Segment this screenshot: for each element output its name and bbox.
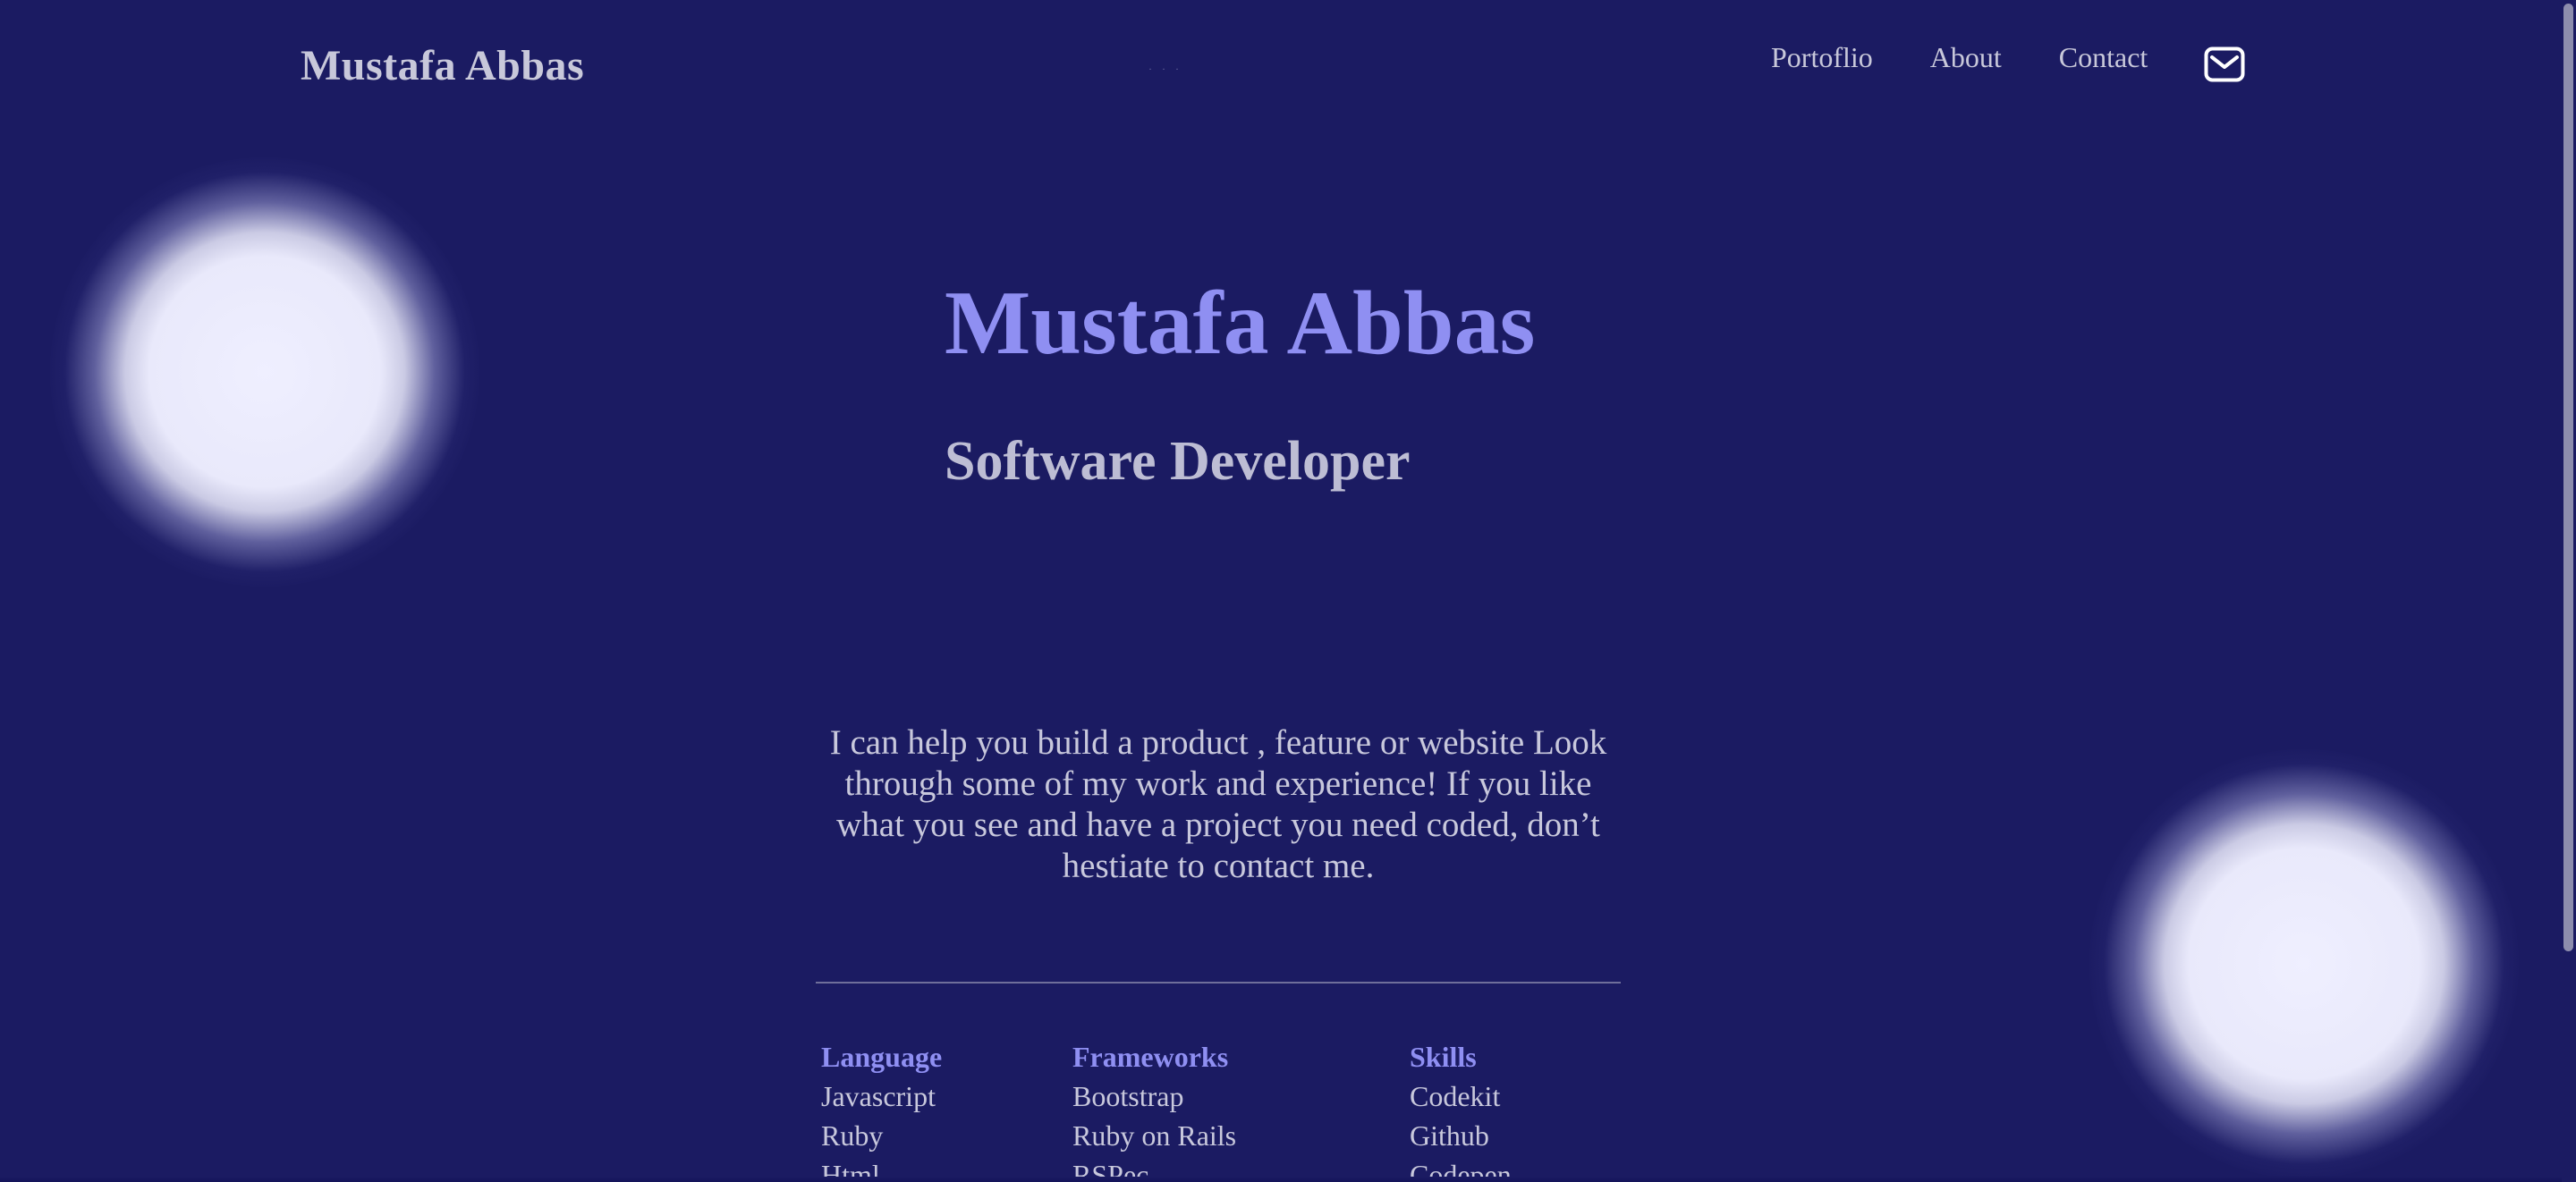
main-nav: Portoflio About Contact	[1771, 41, 2205, 74]
vertical-scrollbar[interactable]	[2562, 0, 2576, 1182]
hero-name: Mustafa Abbas	[945, 273, 1536, 374]
glow-orb-right	[2089, 749, 2519, 1178]
header-dots: · · ·	[1148, 63, 1182, 75]
intro-text: I can help you build a product , feature…	[829, 723, 1607, 885]
skills-column-frameworks: Frameworks Bootstrap Ruby on Rails RSPec	[1072, 1037, 1236, 1182]
hero-role: Software Developer	[945, 431, 1411, 492]
section-divider	[816, 982, 1621, 984]
list-item: Javascript	[821, 1080, 936, 1112]
skills-column-language: Language Javascript Ruby Html	[821, 1037, 942, 1182]
nav-link-contact[interactable]: Contact	[2059, 41, 2148, 74]
list-item: Ruby on Rails	[1072, 1119, 1237, 1152]
list-item: Codekit	[1410, 1080, 1501, 1112]
skills-column-skills: Skills Codekit Github Codepen	[1410, 1037, 1512, 1182]
column-heading: Frameworks	[1072, 1041, 1229, 1073]
glow-orb-left	[50, 157, 479, 587]
list-item: Github	[1410, 1119, 1489, 1152]
nav-link-portfolio[interactable]: Portoflio	[1771, 41, 1873, 74]
nav-link-about[interactable]: About	[1930, 41, 2002, 74]
column-heading: Language	[821, 1041, 943, 1073]
list-item: Ruby	[821, 1119, 884, 1152]
mail-icon[interactable]	[2204, 46, 2245, 82]
page: Mustafa Abbas · · · Portoflio About Cont…	[0, 0, 2562, 1182]
bottom-edge	[0, 1177, 2562, 1182]
list-item: Bootstrap	[1072, 1080, 1184, 1112]
column-heading: Skills	[1410, 1041, 1477, 1073]
scrollbar-thumb[interactable]	[2563, 4, 2573, 951]
brand-logo[interactable]: Mustafa Abbas	[301, 41, 584, 90]
